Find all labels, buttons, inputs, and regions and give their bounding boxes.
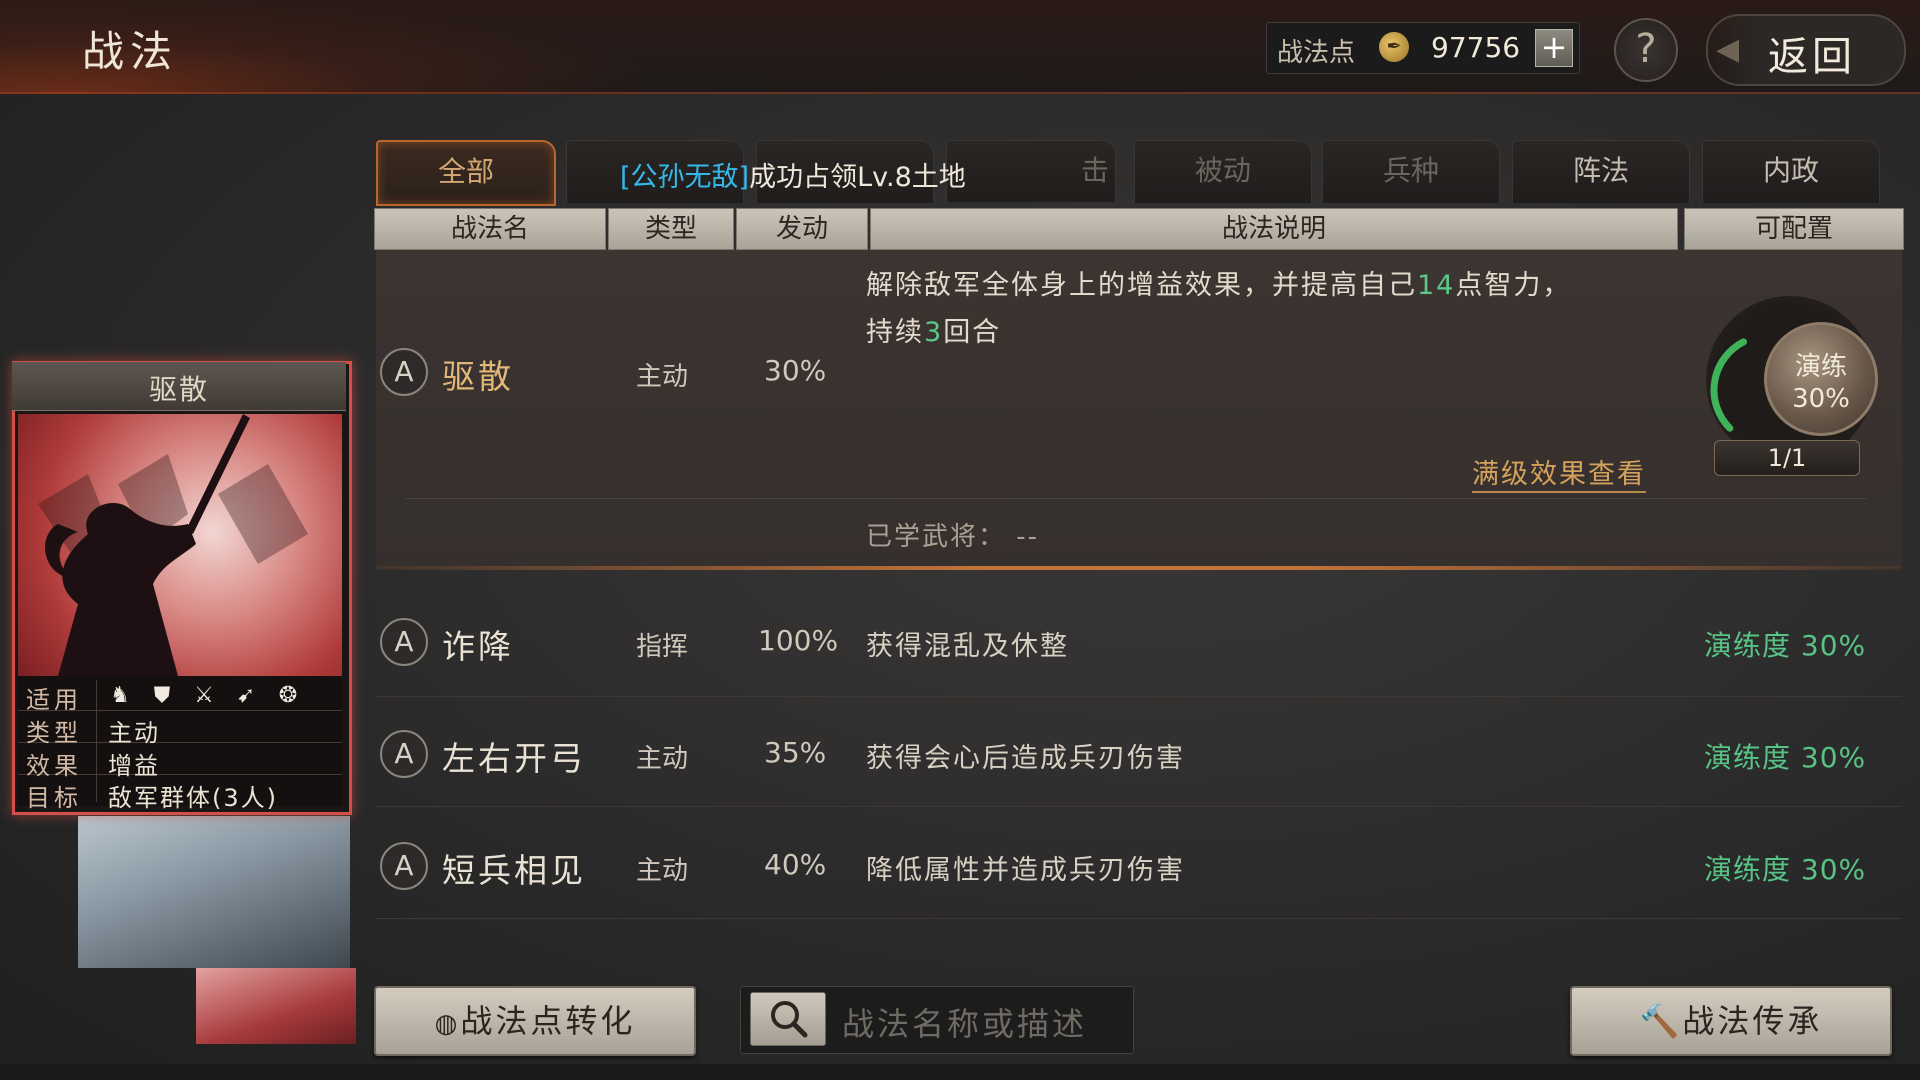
convert-points-button[interactable]: ◍战法点转化 xyxy=(374,986,696,1056)
grade-badge: A xyxy=(380,618,428,666)
practice-degree: 演练度 30% xyxy=(1704,853,1867,886)
tactic-card-thumbnail[interactable] xyxy=(78,816,350,968)
tab-formation[interactable]: 阵法 xyxy=(1512,140,1690,203)
tactic-type: 主动 xyxy=(636,744,689,774)
tactic-name: 驱散 xyxy=(442,357,514,396)
practice-degree: 演练度 30% xyxy=(1704,741,1867,774)
card-key-apply: 适用 xyxy=(26,686,82,714)
learned-label: 已学武将： xyxy=(866,522,1007,552)
bottom-strip xyxy=(0,1064,1920,1080)
ornament-icon: ◀ xyxy=(1716,32,1740,67)
warrior-silhouette-icon xyxy=(38,414,308,676)
tactic-row[interactable] xyxy=(376,590,1902,697)
search-placeholder: 战法名称或描述 xyxy=(842,1005,1088,1043)
coin-icon: ◍ xyxy=(434,1009,461,1039)
tactic-description: 获得混乱及休整 xyxy=(866,631,1069,662)
wheel-icon: ❂ xyxy=(278,683,298,708)
tactic-name: 诈降 xyxy=(442,627,514,666)
tactic-type: 主动 xyxy=(636,362,689,392)
tab-pursuit[interactable]: 击 xyxy=(946,140,1116,202)
learned-value: -- xyxy=(1016,522,1040,552)
crossed-swords-icon: ⚔ xyxy=(194,683,214,708)
tactic-points-coin-icon: ✒ xyxy=(1379,32,1409,62)
full-effect-link[interactable]: 满级效果查看 xyxy=(1472,452,1646,493)
bow-icon: ➹ xyxy=(236,683,256,708)
convert-points-label: 战法点转化 xyxy=(460,1002,636,1040)
practice-value: 30% xyxy=(1792,384,1850,414)
desc-value-turns: 3 xyxy=(924,317,944,348)
tactic-description: 获得会心后造成兵刃伤害 xyxy=(866,743,1185,774)
card-key-target: 目标 xyxy=(26,784,82,812)
scrolling-notice: [公孙无敌]成功占领Lv.8土地 xyxy=(620,155,966,194)
grade-badge: A xyxy=(380,348,428,396)
card-key-effect: 效果 xyxy=(26,752,82,780)
grade-badge: A xyxy=(380,730,428,778)
desc-text: 点智力， xyxy=(1455,270,1572,301)
tactic-points-label: 战法点 xyxy=(1277,38,1356,68)
practice-label: 演练 xyxy=(1794,352,1847,382)
tactic-type: 主动 xyxy=(636,856,689,886)
practice-degree: 演练度 30% xyxy=(1704,629,1867,662)
card-title: 驱散 xyxy=(148,373,209,406)
tab-troop[interactable]: 兵种 xyxy=(1322,140,1500,203)
card-artwork xyxy=(18,414,342,676)
column-rate[interactable]: 发动 xyxy=(736,208,868,250)
add-points-button[interactable]: + xyxy=(1535,29,1573,67)
column-name[interactable]: 战法名 xyxy=(374,208,606,250)
column-type[interactable]: 类型 xyxy=(608,208,734,250)
hammer-icon: 🔨 xyxy=(1639,1002,1683,1040)
tab-domestic[interactable]: 内政 xyxy=(1702,140,1880,203)
column-description: 战法说明 xyxy=(870,208,1678,250)
tab-all[interactable]: 全部 xyxy=(376,140,556,206)
column-configurable[interactable]: 可配置 xyxy=(1684,208,1904,250)
desc-text: 回合 xyxy=(943,317,1002,348)
inherit-tactic-button[interactable]: 🔨战法传承 xyxy=(1570,986,1892,1056)
tactic-description: 降低属性并造成兵刃伤害 xyxy=(866,855,1185,886)
search-icon xyxy=(771,1001,808,1038)
tactic-name: 左右开弓 xyxy=(442,739,586,778)
selected-row-underline xyxy=(376,566,1902,570)
configurable-count: 1/1 xyxy=(1714,440,1860,476)
tactic-description: 解除敌军全体身上的增益效果，并提高自己14点智力， 持续3回合 xyxy=(866,262,1656,356)
cavalry-icon: ♞ xyxy=(110,683,130,708)
tactic-name: 短兵相见 xyxy=(442,851,586,890)
desc-text: 持续 xyxy=(866,317,924,348)
learned-generals: 已学武将： -- xyxy=(866,516,1039,553)
tactic-rate: 100% xyxy=(758,624,839,657)
shield-icon: ⛊ xyxy=(153,683,171,708)
card-value-target: 敌军群体(3人) xyxy=(108,784,278,812)
card-value-effect: 增益 xyxy=(108,752,160,780)
desc-value-intelligence: 14 xyxy=(1417,270,1456,301)
tactic-rate: 40% xyxy=(764,848,827,881)
help-button[interactable]: ? xyxy=(1614,18,1678,82)
page-title: 战法 xyxy=(82,27,179,76)
back-button-label: 返回 xyxy=(1768,34,1856,80)
inherit-tactic-label: 战法传承 xyxy=(1682,1002,1823,1040)
desc-text: 解除敌军全体身上的增益效果，并提高自己 xyxy=(866,270,1417,301)
card-info-separator xyxy=(96,680,97,802)
tactic-type: 指挥 xyxy=(636,632,689,662)
grade-badge: A xyxy=(380,842,428,890)
notice-player-name: [公孙无敌] xyxy=(620,162,750,193)
tactic-card-thumbnail[interactable] xyxy=(196,968,356,1044)
tactic-rate: 35% xyxy=(764,736,827,769)
tab-passive[interactable]: 被动 xyxy=(1134,140,1312,203)
card-value-type: 主动 xyxy=(108,719,160,747)
tactic-rate: 30% xyxy=(764,354,827,387)
notice-text: 成功占领Lv.8土地 xyxy=(749,162,966,193)
card-key-type: 类型 xyxy=(26,719,82,747)
divider xyxy=(406,498,1866,499)
tactic-points-panel: 战法点 ✒ 97756 + xyxy=(1266,22,1580,74)
back-button[interactable]: ◀ 返回 xyxy=(1706,14,1906,86)
tactic-points-value: 97756 xyxy=(1431,31,1521,64)
search-button[interactable] xyxy=(750,992,826,1046)
